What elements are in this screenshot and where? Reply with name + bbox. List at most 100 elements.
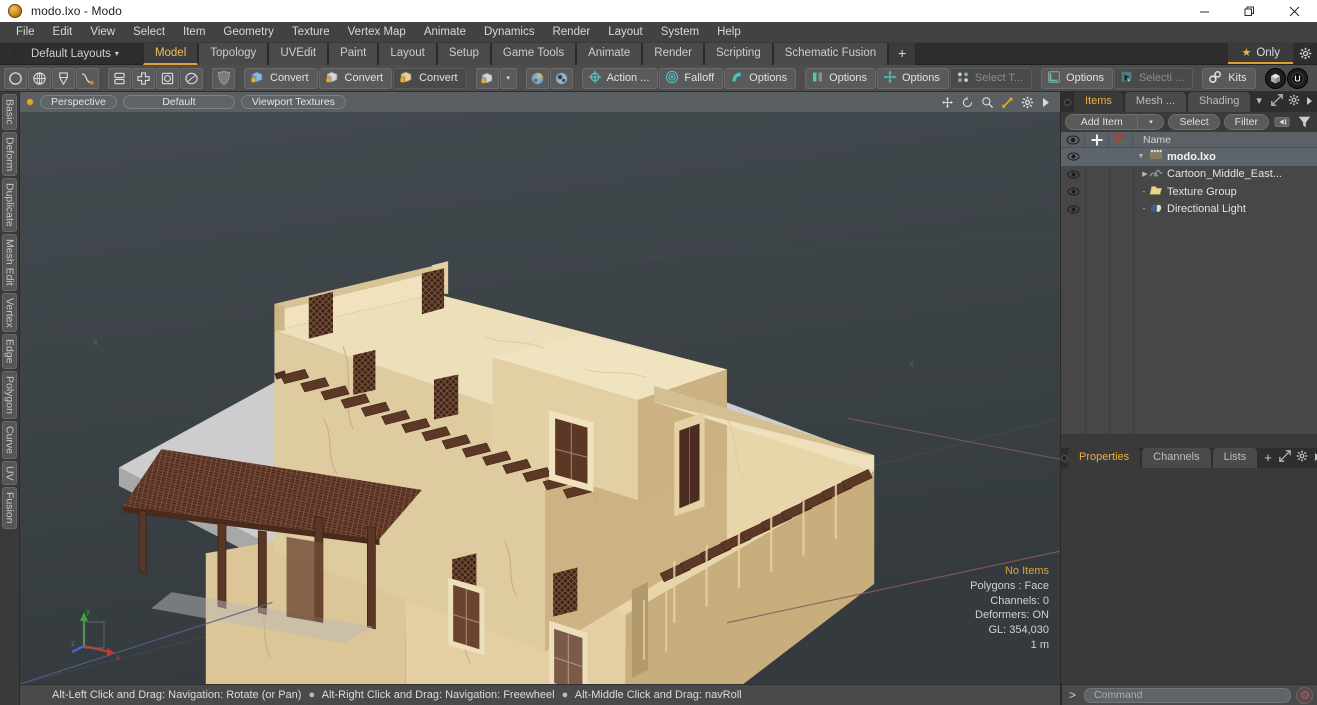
left-tab-deform[interactable]: Deform <box>2 131 17 177</box>
collapse-icon[interactable] <box>1273 114 1291 130</box>
stack-icon[interactable] <box>108 67 131 89</box>
chevron-right-icon[interactable] <box>1305 93 1313 111</box>
list-item[interactable]: ▼ modo.lxo <box>1061 148 1317 166</box>
column-lock-header[interactable] <box>1085 131 1109 148</box>
item-visibility-toggle[interactable] <box>1061 187 1085 196</box>
layout-preset-label[interactable]: Default Layouts <box>31 48 111 60</box>
gear-icon[interactable] <box>1021 96 1034 109</box>
convert-cube-icon[interactable] <box>475 67 499 89</box>
list-item[interactable]: ╸ Texture Group <box>1061 183 1317 201</box>
menu-texture[interactable]: Texture <box>283 22 339 43</box>
items-tab-caret-icon[interactable]: ▾ <box>1252 92 1266 112</box>
chevron-right-icon[interactable] <box>1041 97 1050 108</box>
tab-shading[interactable]: Shading <box>1188 92 1251 112</box>
chevron-right-icon[interactable] <box>1313 449 1317 467</box>
panel-grip-icon[interactable] <box>1061 448 1068 468</box>
restore-icon[interactable] <box>1227 0 1272 22</box>
convert-button-2[interactable]: Convert <box>318 67 393 89</box>
left-tab-mesh-edit[interactable]: Mesh Edit <box>2 233 17 291</box>
menu-edit[interactable]: Edit <box>44 22 82 43</box>
mesh-paint-icon[interactable] <box>525 67 549 89</box>
filter-button[interactable]: Filter <box>1223 114 1269 130</box>
close-icon[interactable] <box>1272 0 1317 22</box>
only-button[interactable]: ★ Only <box>1228 43 1293 64</box>
expand-icon[interactable] <box>1279 449 1291 467</box>
menu-file[interactable]: File <box>7 22 44 43</box>
select-button[interactable]: Select <box>1168 114 1220 130</box>
convert-button-1[interactable]: Convert <box>244 67 318 89</box>
list-item[interactable]: ▶ Cartoon_Middle_East... <box>1061 166 1317 184</box>
tab-paint[interactable]: Paint <box>328 43 379 65</box>
funnel-icon[interactable] <box>1295 114 1313 130</box>
curve-icon[interactable] <box>76 67 99 89</box>
item-visibility-toggle[interactable] <box>1061 170 1085 179</box>
kits-button[interactable]: Kits <box>1202 67 1256 89</box>
tab-properties[interactable]: Properties <box>1068 448 1141 468</box>
menu-select[interactable]: Select <box>124 22 174 43</box>
element-options-button[interactable]: Options <box>1041 67 1113 89</box>
menu-dynamics[interactable]: Dynamics <box>475 22 543 43</box>
convert-dropdown-caret-icon[interactable]: ▾ <box>499 67 517 89</box>
add-item-dropdown-icon[interactable]: ▾ <box>1138 114 1165 130</box>
pin-icon[interactable] <box>5 46 21 62</box>
layout-settings-gear-icon[interactable] <box>1293 43 1317 64</box>
item-visibility-toggle[interactable] <box>1061 152 1085 161</box>
rotate-icon[interactable] <box>961 96 974 109</box>
unreal-icon[interactable] <box>1286 67 1308 89</box>
tab-topology[interactable]: Topology <box>198 43 269 65</box>
left-tab-polygon[interactable]: Polygon <box>2 370 17 419</box>
square-target-icon[interactable] <box>156 67 179 89</box>
cross-icon[interactable] <box>132 67 155 89</box>
items-scroll-caret-icon[interactable] <box>1306 148 1314 431</box>
menu-view[interactable]: View <box>81 22 124 43</box>
left-tab-edge[interactable]: Edge <box>2 334 17 369</box>
item-visibility-toggle[interactable] <box>1061 205 1085 214</box>
add-item-button[interactable]: Add Item <box>1065 114 1139 130</box>
viewport-view-mode[interactable]: Perspective <box>40 95 117 109</box>
tab-mesh[interactable]: Mesh ... <box>1124 92 1187 112</box>
tab-layout[interactable]: Layout <box>378 43 437 65</box>
menu-animate[interactable]: Animate <box>415 22 475 43</box>
fit-icon[interactable] <box>1001 96 1014 109</box>
gear-icon[interactable] <box>1288 93 1300 111</box>
menu-render[interactable]: Render <box>543 22 599 43</box>
tab-animate[interactable]: Animate <box>576 43 643 65</box>
add-tab-button[interactable]: + <box>888 43 917 65</box>
tab-lists[interactable]: Lists <box>1212 448 1258 468</box>
pan-icon[interactable] <box>941 96 954 109</box>
tab-model[interactable]: Model <box>142 43 199 65</box>
item-twisty-icon[interactable]: ▶ <box>1133 170 1149 178</box>
tab-setup[interactable]: Setup <box>436 43 491 65</box>
column-visibility-header[interactable] <box>1061 131 1085 148</box>
properties-add-tab-button[interactable]: + <box>1259 448 1277 468</box>
ellipse-icon[interactable] <box>180 67 203 89</box>
left-tab-uv[interactable]: UV <box>2 460 17 486</box>
items-list[interactable]: ▼ modo.lxo ▶ Cartoon_Middle_East... ╸ Te… <box>1061 148 1317 434</box>
shield-icon[interactable] <box>212 67 235 89</box>
workplane-options-button[interactable]: Options <box>877 67 949 89</box>
mesh-sphere-icon[interactable] <box>549 67 573 89</box>
symmetry-options-button[interactable]: Options <box>805 67 876 89</box>
tab-items[interactable]: Items <box>1074 92 1123 112</box>
zoom-icon[interactable] <box>981 96 994 109</box>
left-tab-duplicate[interactable]: Duplicate <box>2 178 17 232</box>
viewport-3d[interactable]: x x y z x No Items Polygons: Face Chann… <box>20 112 1060 684</box>
left-tab-basic[interactable]: Basic <box>2 94 17 130</box>
circle-icon[interactable] <box>4 67 27 89</box>
preview-cube-icon[interactable] <box>1264 67 1286 89</box>
command-input[interactable] <box>1084 687 1291 703</box>
minimize-icon[interactable] <box>1182 0 1227 22</box>
left-tab-fusion[interactable]: Fusion <box>2 487 17 529</box>
column-name-header[interactable]: Name <box>1133 134 1171 146</box>
tab-channels[interactable]: Channels <box>1142 448 1211 468</box>
menu-help[interactable]: Help <box>708 22 750 43</box>
item-twisty-icon[interactable]: ▼ <box>1133 153 1149 160</box>
falloff-button[interactable]: Falloff <box>659 67 724 89</box>
gear-icon[interactable] <box>1296 449 1308 467</box>
left-tab-curve[interactable]: Curve <box>2 420 17 459</box>
pen-icon[interactable] <box>52 67 75 89</box>
record-icon[interactable] <box>1296 686 1313 704</box>
select-through-button[interactable]: Select T... <box>949 67 1033 89</box>
menu-layout[interactable]: Layout <box>599 22 652 43</box>
selection-set-button[interactable]: Selecti ... <box>1113 67 1194 89</box>
